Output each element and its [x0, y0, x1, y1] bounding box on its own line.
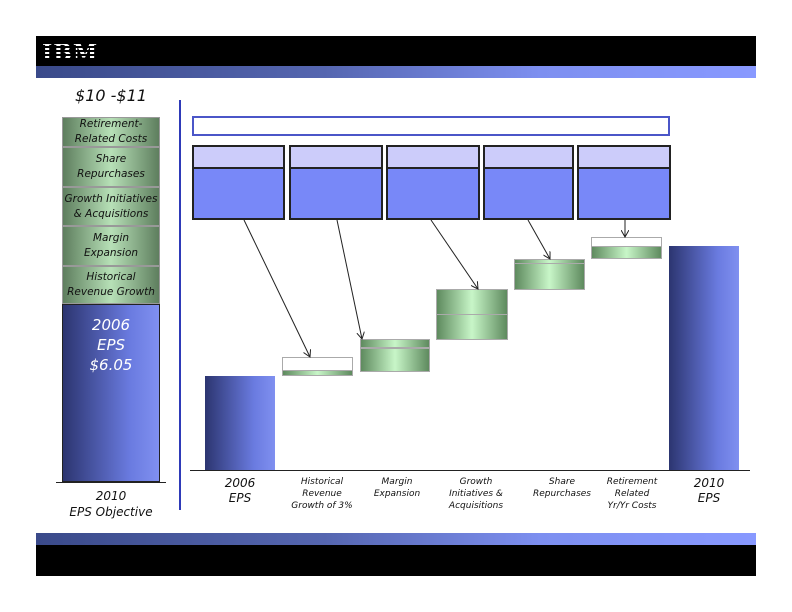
- label-line: 2010: [693, 476, 725, 490]
- arrow-icon: [243, 219, 310, 357]
- label-line: Repurchases: [533, 489, 591, 499]
- label-line: EPS: [228, 491, 252, 505]
- label-line: EPS: [697, 491, 721, 505]
- label-line: Growth of 3%: [291, 501, 353, 511]
- arrow-icon: [430, 219, 478, 289]
- label-growth: Growth Initiatives & Acquisitions: [436, 476, 516, 512]
- label-margin: Margin Expansion: [362, 476, 432, 500]
- label-line: Acquisitions: [448, 501, 504, 511]
- label-2006-eps: 2006 EPS: [205, 476, 275, 506]
- label-line: Historical: [300, 477, 344, 487]
- label-line: Retirement: [606, 477, 658, 487]
- label-line: Margin: [381, 477, 413, 487]
- label-line: 2006: [224, 476, 256, 490]
- arrows-layer: [243, 219, 792, 612]
- label-line: Expansion: [373, 489, 421, 499]
- arrow-icon: [336, 219, 362, 339]
- label-retirement: Retirement Related Yr/Yr Costs: [592, 476, 672, 512]
- label-line: Share: [548, 477, 576, 487]
- label-line: Yr/Yr Costs: [607, 501, 657, 511]
- label-share: Share Repurchases: [522, 476, 602, 500]
- arrow-icon: [527, 219, 550, 259]
- label-line: Growth: [459, 477, 493, 487]
- label-revenue: Historical Revenue Growth of 3%: [282, 476, 362, 512]
- label-line: Related: [614, 489, 650, 499]
- label-2010-eps: 2010 EPS: [674, 476, 744, 506]
- label-line: Revenue: [302, 489, 342, 499]
- label-line: Initiatives &: [449, 489, 503, 499]
